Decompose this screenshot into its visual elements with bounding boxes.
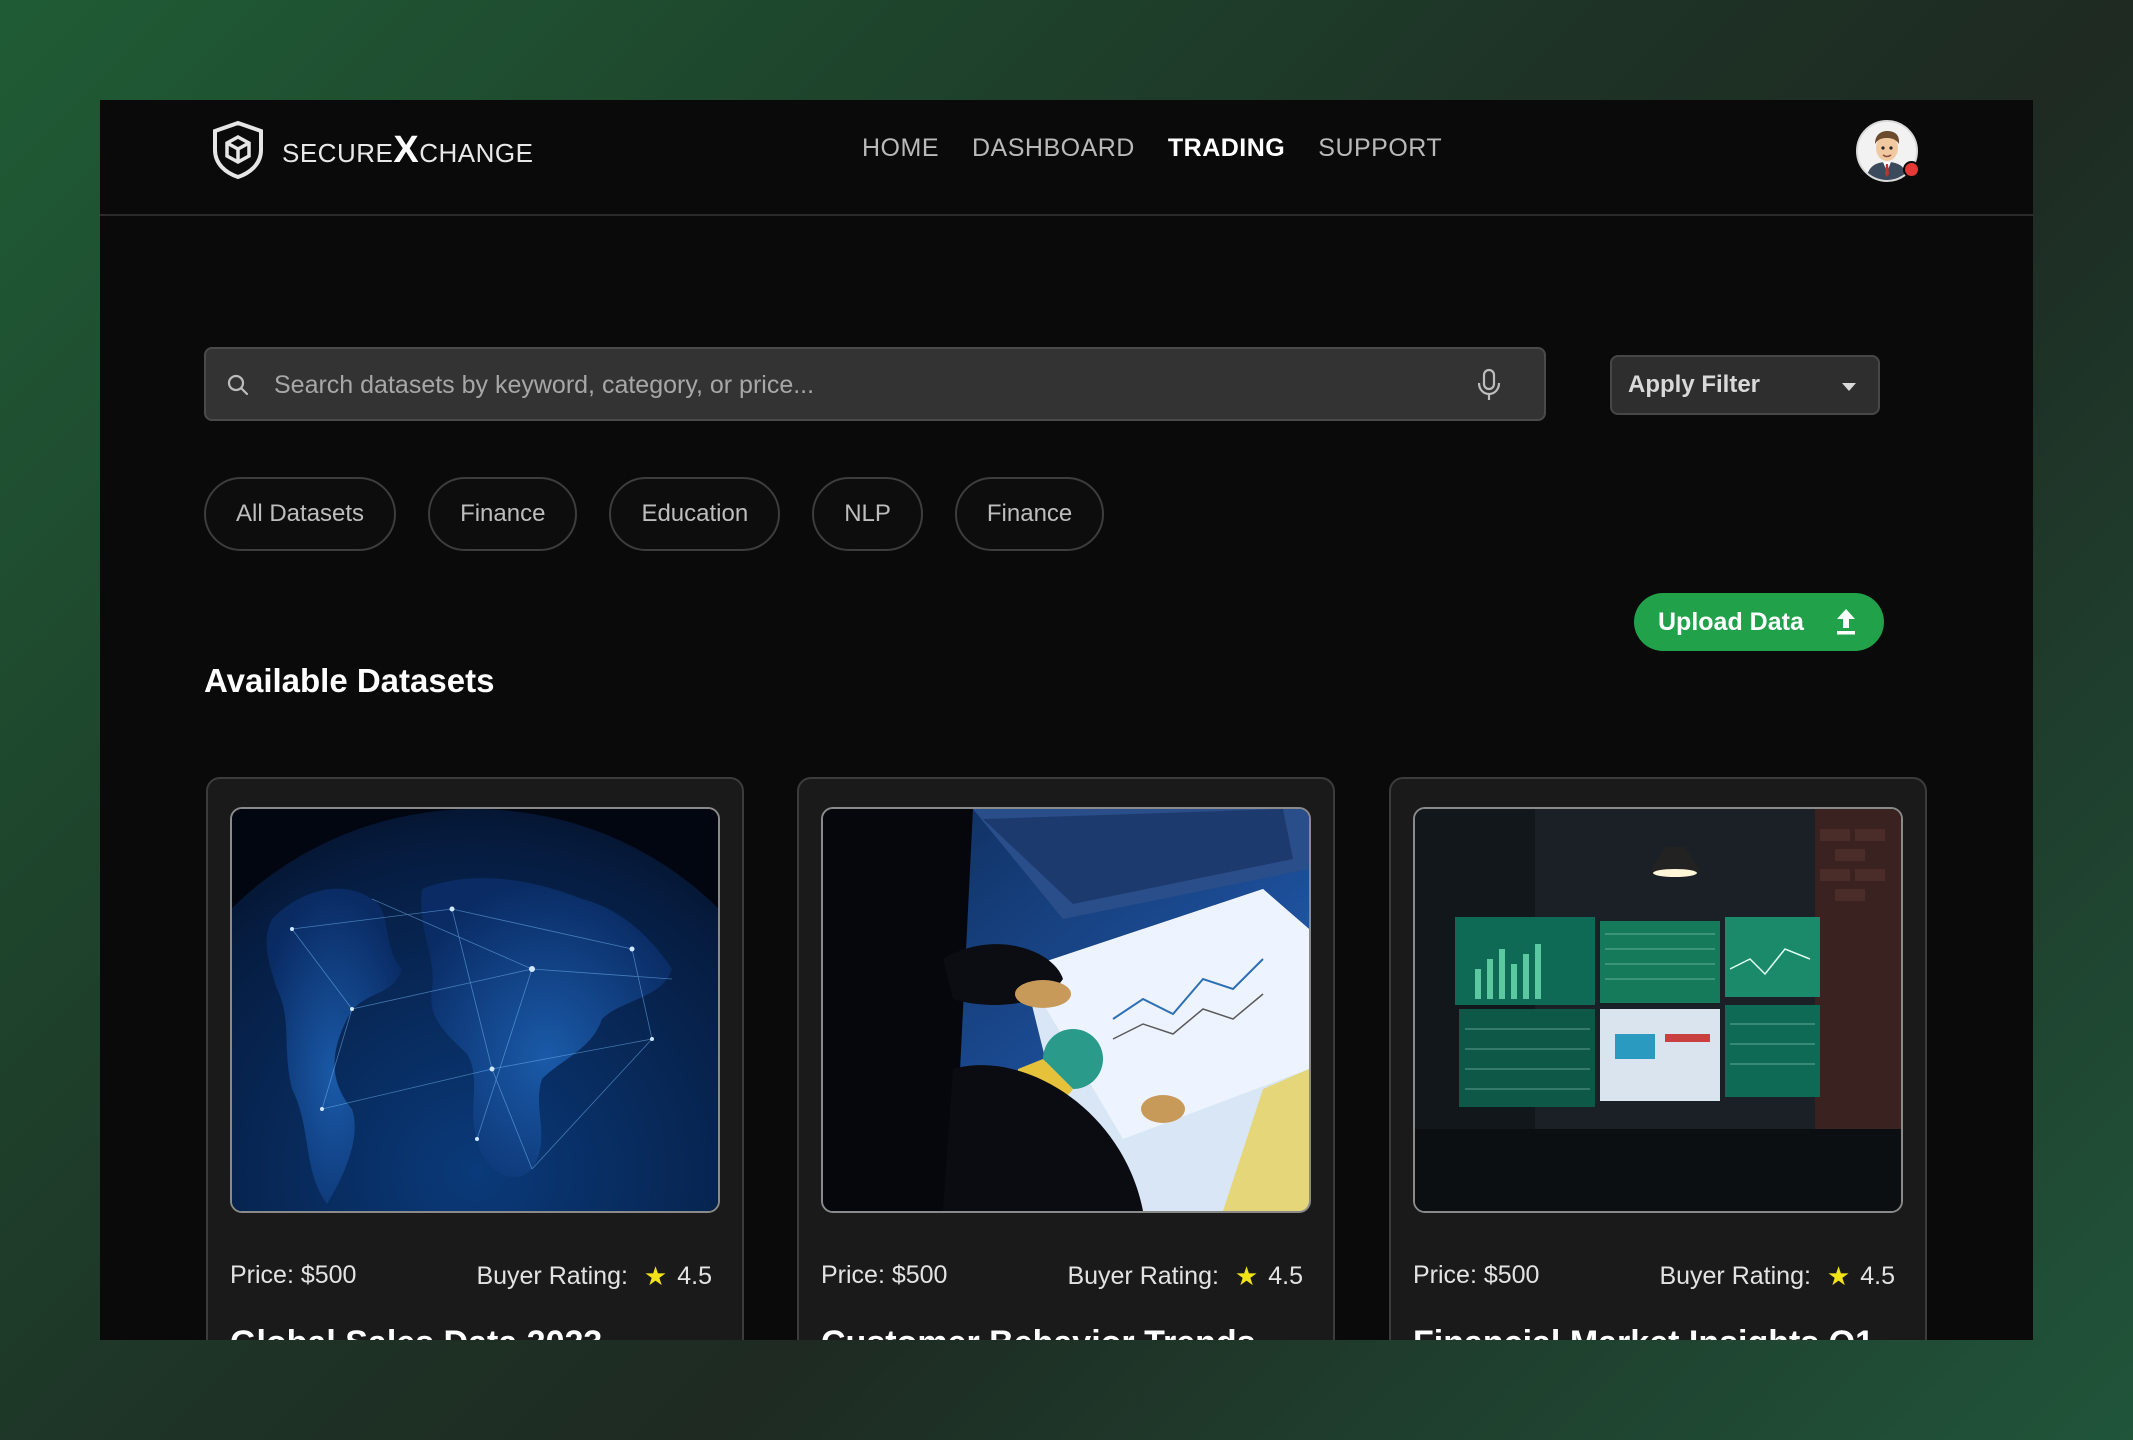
chip-education[interactable]: Education [609,477,781,551]
notification-dot [1903,161,1920,178]
top-navbar: SECUREXCHANGE HOME DASHBOARD TRADING SUP… [100,100,2033,216]
star-icon: ★ [1826,1261,1851,1291]
upload-label: Upload Data [1658,607,1804,636]
filter-label: Apply Filter [1628,371,1761,398]
dataset-image-business-charts [821,807,1311,1213]
nav-dashboard[interactable]: DASHBOARD [972,134,1135,163]
main-nav: HOME DASHBOARD TRADING SUPPORT [862,134,1442,163]
rating-label: Buyer Rating: [1659,1262,1811,1290]
dataset-price: Price: $500 [821,1261,948,1289]
dataset-image-trading-monitors [1413,807,1903,1213]
dataset-title[interactable]: Customer Behavior Trends [821,1324,1256,1340]
dataset-image-globe [230,807,720,1213]
star-icon: ★ [1234,1261,1259,1291]
upload-icon [1837,609,1855,635]
chip-nlp[interactable]: NLP [812,477,923,551]
dataset-card[interactable]: Price: $500 Buyer Rating: ★ 4.5 Customer… [797,777,1335,1340]
buyer-rating: Buyer Rating: ★ 4.5 [1659,1261,1895,1292]
rating-value: 4.5 [677,1262,712,1290]
apply-filter-dropdown[interactable]: Apply Filter [1610,355,1880,415]
nav-trading[interactable]: TRADING [1168,134,1285,163]
buyer-rating: Buyer Rating: ★ 4.5 [476,1261,712,1292]
chevron-down-icon [1842,383,1856,391]
rating-label: Buyer Rating: [1067,1262,1219,1290]
rating-value: 4.5 [1268,1262,1303,1290]
brand-prefix: SECURE [282,137,394,168]
chip-all-datasets[interactable]: All Datasets [204,477,397,551]
star-icon: ★ [643,1261,668,1291]
search-icon [227,374,249,396]
nav-support[interactable]: SUPPORT [1318,134,1442,163]
microphone-icon[interactable] [1476,368,1502,402]
user-avatar[interactable] [1856,120,1920,182]
dataset-price: Price: $500 [1413,1261,1540,1289]
dataset-card[interactable]: Price: $500 Buyer Rating: ★ 4.5 Global S… [206,777,744,1340]
rating-label: Buyer Rating: [476,1262,628,1290]
brand-suffix: CHANGE [419,137,534,168]
dataset-price: Price: $500 [230,1261,357,1289]
search-input[interactable] [272,349,1456,421]
rating-value: 4.5 [1860,1262,1895,1290]
category-chips: All Datasets Finance Education NLP Finan… [204,477,1105,551]
brand-name: SECUREXCHANGE [282,129,533,172]
buyer-rating: Buyer Rating: ★ 4.5 [1067,1261,1303,1292]
logo[interactable]: SECUREXCHANGE [210,120,533,180]
section-title: Available Datasets [204,662,495,699]
brand-x: X [393,128,420,171]
dataset-card[interactable]: Price: $500 Buyer Rating: ★ 4.5 Financia… [1389,777,1927,1340]
chip-finance-2[interactable]: Finance [954,477,1105,551]
shield-cube-icon [213,120,263,180]
search-bar [204,347,1546,421]
dataset-title[interactable]: Financial Market Insights Q1 [1413,1324,1874,1340]
nav-home[interactable]: HOME [862,134,939,163]
dataset-title[interactable]: Global Sales Data 2023 [230,1324,602,1340]
chip-finance[interactable]: Finance [428,477,578,551]
upload-data-button[interactable]: Upload Data [1634,593,1884,651]
app-window: SECUREXCHANGE HOME DASHBOARD TRADING SUP… [100,100,2033,1340]
